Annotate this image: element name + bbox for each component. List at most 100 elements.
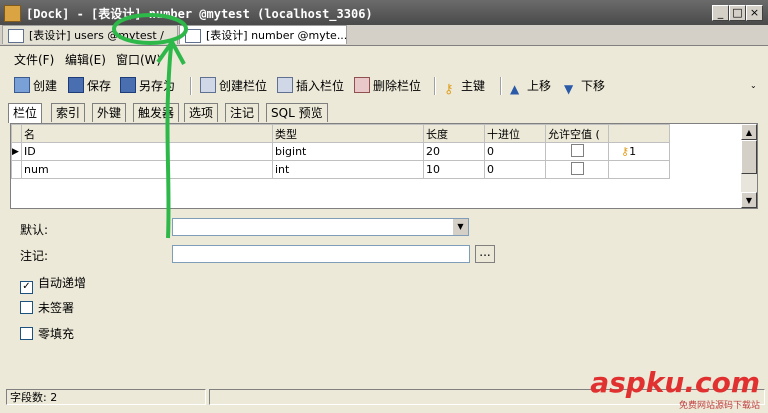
comment-input[interactable] <box>172 245 470 263</box>
tab-foreign-keys[interactable]: 外键 <box>92 103 127 122</box>
unsigned-checkbox[interactable]: 未签署 <box>20 299 74 316</box>
toolbar-separator <box>500 77 502 95</box>
field-properties: 默认: ▼ 注记: ... ✓ 自动递增 未签署 零填充 <box>0 210 768 385</box>
scroll-up-arrow-icon[interactable]: ▲ <box>741 124 757 140</box>
allow-null-checkbox[interactable] <box>570 161 584 175</box>
tab-triggers[interactable]: 触发器 <box>133 103 180 122</box>
col-length-header[interactable]: 长度 <box>423 124 485 143</box>
col-type-header[interactable]: 类型 <box>272 124 424 143</box>
tab-number-design[interactable]: [表设计] number @myte... <box>179 25 347 44</box>
primary-key-cell <box>608 160 670 179</box>
fields-grid: 名 类型 长度 十进位 允许空值 ( ▶ ID bigint 20 0 ⚷1 n… <box>10 123 758 209</box>
auto-increment-label: 自动递增 <box>38 276 87 290</box>
table-design-icon <box>185 29 201 43</box>
add-field-icon <box>200 77 216 93</box>
grid-vertical-scrollbar[interactable]: ▲ ▼ <box>741 124 757 208</box>
scroll-thumb[interactable] <box>741 140 757 174</box>
col-name-header[interactable]: 名 <box>21 124 273 143</box>
field-type-cell[interactable]: bigint <box>272 142 424 161</box>
insert-field-icon <box>277 77 293 93</box>
table-row[interactable]: ▶ ID bigint 20 0 ⚷1 <box>11 142 670 161</box>
save-as-button[interactable]: 另存为 <box>120 77 175 95</box>
table-row[interactable]: num int 10 0 <box>11 160 670 179</box>
checkbox-box[interactable] <box>20 301 33 314</box>
field-length-cell[interactable]: 10 <box>423 160 485 179</box>
grid-header-row: 名 类型 长度 十进位 允许空值 ( <box>11 124 670 143</box>
primary-key-button[interactable]: ⚷ 主键 <box>444 77 485 97</box>
tab-label: [表设计] users @mytest / <box>29 29 164 42</box>
comment-label: 注记: <box>20 249 49 263</box>
insert-field-button[interactable]: 插入栏位 <box>277 77 344 95</box>
watermark-brand: aspku.com <box>590 366 760 399</box>
save-button[interactable]: 保存 <box>68 77 111 95</box>
toolbar-separator <box>190 77 192 95</box>
tab-sql-preview[interactable]: SQL 预览 <box>266 103 328 122</box>
row-selector-arrow-icon[interactable]: ▶ <box>11 142 22 161</box>
field-length-cell[interactable]: 20 <box>423 142 485 161</box>
default-dropdown[interactable]: ▼ <box>172 218 469 236</box>
toolbar-separator <box>434 77 436 95</box>
row-selector[interactable] <box>11 160 22 179</box>
app-icon <box>4 5 21 22</box>
field-name-cell[interactable]: num <box>21 160 273 179</box>
field-decimals-cell[interactable]: 0 <box>484 160 546 179</box>
tab-fields[interactable]: 栏位 <box>8 103 43 123</box>
checkbox-box[interactable] <box>20 327 33 340</box>
save-as-label: 另存为 <box>139 79 176 93</box>
create-label: 创建 <box>33 79 58 93</box>
tab-options[interactable]: 选项 <box>184 103 219 122</box>
title-bar: [Dock] - [表设计] number @mytest (localhost… <box>0 0 768 25</box>
menu-file[interactable]: 文件(F) <box>14 51 54 68</box>
window-title: [Dock] - [表设计] number @mytest (localhost… <box>26 7 373 21</box>
arrow-up-icon: ▲ <box>510 82 520 96</box>
field-type-cell[interactable]: int <box>272 160 424 179</box>
watermark: aspku.com 免费网站源码下载站 <box>590 366 760 412</box>
tab-comments[interactable]: 注记 <box>225 103 260 122</box>
tab-label: [表设计] number @myte... <box>206 29 348 42</box>
save-as-icon <box>120 77 136 93</box>
default-label: 默认: <box>20 223 49 237</box>
insert-field-label: 插入栏位 <box>296 79 345 93</box>
field-name-cell[interactable]: ID <box>21 142 273 161</box>
col-key-header[interactable] <box>608 124 670 143</box>
allow-null-checkbox-cell[interactable] <box>545 160 609 179</box>
zerofill-checkbox[interactable]: 零填充 <box>20 325 74 342</box>
save-label: 保存 <box>87 79 112 93</box>
delete-field-icon <box>354 77 370 93</box>
key-order: 1 <box>629 145 637 158</box>
auto-increment-checkbox[interactable]: ✓ 自动递增 <box>20 274 86 294</box>
scroll-down-arrow-icon[interactable]: ▼ <box>741 192 757 208</box>
toolbar: 创建 保存 另存为 创建栏位 插入栏位 删除栏位 ⚷ 主键 ▲ 上移 ▼ 下移 ⌄ <box>0 72 768 100</box>
menu-edit[interactable]: 编辑(E) <box>65 51 106 68</box>
comment-editor-button[interactable]: ... <box>475 245 495 263</box>
toolbar-overflow-chevron-icon[interactable]: ⌄ <box>750 77 757 95</box>
tab-users-design[interactable]: [表设计] users @mytest / <box>2 25 178 44</box>
delete-field-button[interactable]: 删除栏位 <box>354 77 421 95</box>
close-button[interactable]: × <box>746 5 763 21</box>
dropdown-arrow-icon[interactable]: ▼ <box>453 219 468 235</box>
arrow-down-icon: ▼ <box>564 82 574 96</box>
move-up-button[interactable]: ▲ 上移 <box>510 77 552 96</box>
maximize-button[interactable]: □ <box>729 5 746 21</box>
add-field-button[interactable]: 创建栏位 <box>200 77 267 95</box>
allow-null-checkbox[interactable] <box>570 143 584 157</box>
move-up-label: 上移 <box>527 79 552 93</box>
allow-null-checkbox-cell[interactable] <box>545 142 609 161</box>
col-nullable-header[interactable]: 允许空值 ( <box>545 124 609 143</box>
primary-key-cell: ⚷1 <box>608 142 670 161</box>
checkmark-icon[interactable]: ✓ <box>20 281 33 294</box>
document-tabs: [表设计] users @mytest / [表设计] number @myte… <box>0 25 768 46</box>
delete-field-label: 删除栏位 <box>373 79 422 93</box>
key-icon: ⚷ <box>621 145 630 158</box>
menu-window[interactable]: 窗口(W) <box>116 51 161 68</box>
menu-bar: 文件(F) 编辑(E) 窗口(W) <box>0 46 768 68</box>
move-down-button[interactable]: ▼ 下移 <box>564 77 606 96</box>
minimize-button[interactable]: _ <box>712 5 729 21</box>
field-decimals-cell[interactable]: 0 <box>484 142 546 161</box>
add-field-label: 创建栏位 <box>219 79 268 93</box>
create-button[interactable]: 创建 <box>14 77 57 95</box>
col-decimals-header[interactable]: 十进位 <box>484 124 546 143</box>
key-icon: ⚷ <box>444 82 454 97</box>
tab-indexes[interactable]: 索引 <box>51 103 86 122</box>
move-down-label: 下移 <box>581 79 606 93</box>
